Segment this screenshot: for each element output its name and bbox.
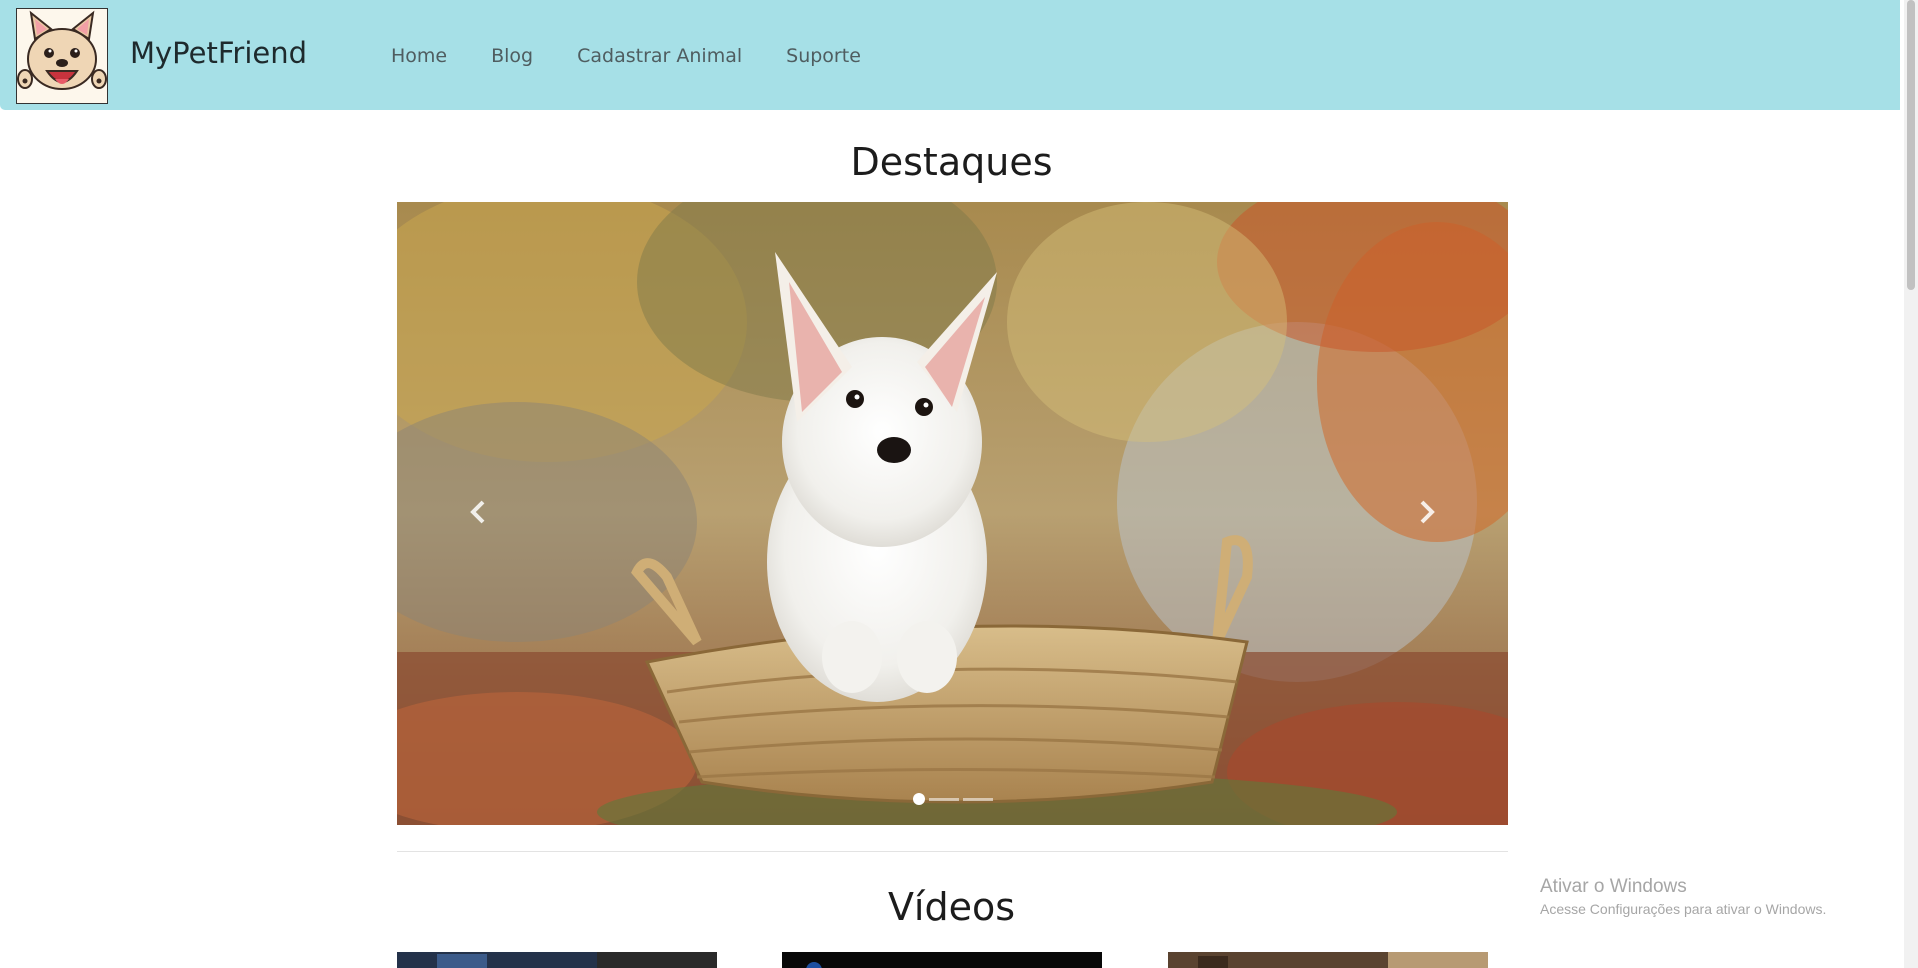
scrollbar-thumb[interactable]: [1907, 0, 1915, 290]
section-divider: [397, 851, 1508, 852]
top-navbar: MyPetFriend Home Blog Cadastrar Animal S…: [0, 0, 1900, 110]
video-thumbnail-1[interactable]: [397, 952, 717, 968]
brand-logo[interactable]: [16, 8, 108, 104]
video-thumbnail-2[interactable]: [782, 952, 1102, 968]
video-thumbnail-3-image: [1168, 952, 1488, 968]
carousel-next-button[interactable]: [1396, 482, 1456, 542]
video-thumbnail-3[interactable]: [1168, 952, 1488, 968]
highlights-title: Destaques: [850, 140, 1053, 184]
nav-link-cadastrar-animal[interactable]: Cadastrar Animal: [577, 45, 742, 67]
carousel-slide-image: [397, 202, 1508, 825]
nav-link-blog[interactable]: Blog: [491, 45, 533, 67]
nav-link-home[interactable]: Home: [391, 45, 447, 67]
nav-links: Home Blog Cadastrar Animal Suporte: [391, 45, 905, 67]
videos-title: Vídeos: [887, 885, 1016, 929]
carousel-indicator-2[interactable]: [928, 797, 959, 801]
chevron-left-icon: [470, 500, 485, 524]
windows-activation-watermark: Ativar o Windows Acesse Configurações pa…: [1540, 876, 1826, 917]
chevron-right-icon: [1420, 500, 1435, 524]
page-scrollbar[interactable]: [1904, 0, 1918, 968]
brand-name[interactable]: MyPetFriend: [130, 36, 307, 70]
page: MyPetFriend Home Blog Cadastrar Animal S…: [0, 0, 1900, 968]
carousel-prev-button[interactable]: [449, 482, 509, 542]
highlights-carousel[interactable]: [397, 202, 1508, 825]
carousel-indicators: [397, 793, 1508, 805]
nav-link-suporte[interactable]: Suporte: [786, 45, 861, 67]
french-bulldog-logo-icon: [17, 9, 107, 103]
watermark-title: Ativar o Windows: [1540, 876, 1687, 897]
video-thumbnail-1-image: [397, 952, 717, 968]
video-thumbnail-2-image: [782, 952, 1102, 968]
watermark-subtitle: Acesse Configurações para ativar o Windo…: [1540, 901, 1827, 917]
carousel-indicator-3[interactable]: [962, 797, 993, 801]
carousel-indicator-1[interactable]: [912, 793, 925, 805]
